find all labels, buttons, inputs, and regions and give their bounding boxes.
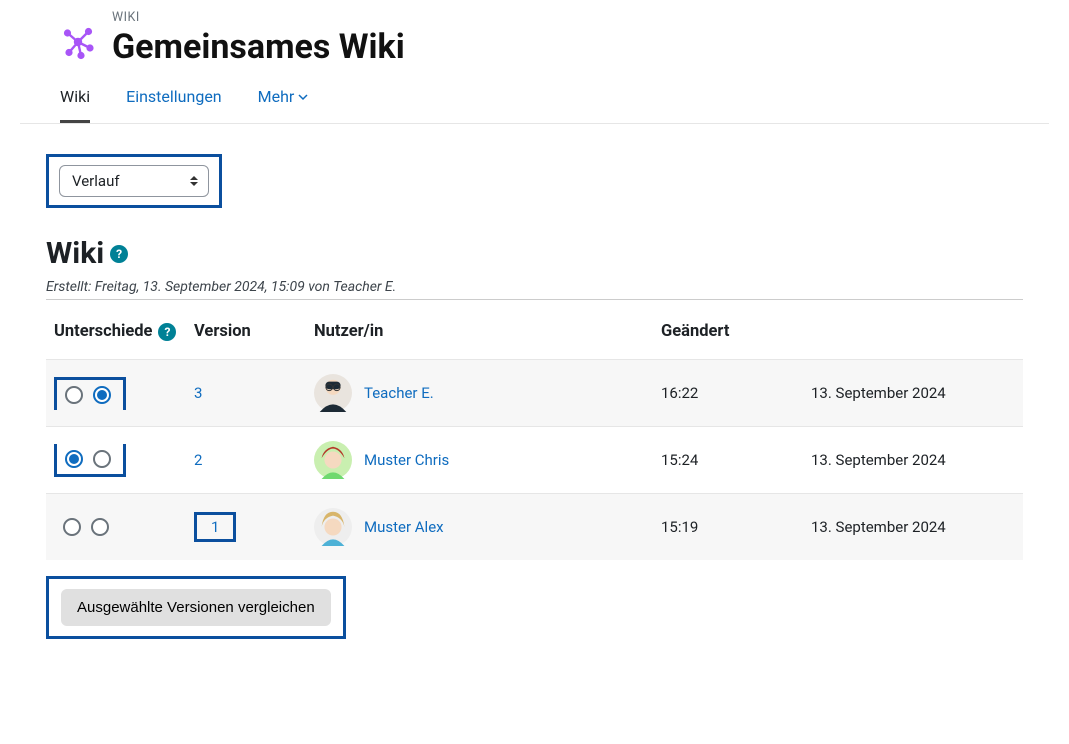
- version-highlight: 1: [194, 512, 236, 542]
- divider: [46, 299, 1023, 300]
- table-row: 2 Muster Chris 15:24 13. September 2024: [46, 427, 1023, 494]
- tab-bar: Wiki Einstellungen Mehr: [20, 67, 1049, 124]
- diff-radio-b[interactable]: [91, 518, 109, 536]
- help-icon[interactable]: ?: [110, 245, 128, 263]
- compare-versions-button[interactable]: Ausgewählte Versionen vergleichen: [61, 589, 331, 626]
- tab-wiki[interactable]: Wiki: [60, 87, 90, 123]
- col-version: Version: [186, 308, 306, 360]
- diff-radio-b[interactable]: [93, 386, 111, 404]
- tab-more[interactable]: Mehr: [258, 87, 309, 123]
- date-cell: 13. September 2024: [803, 360, 1023, 427]
- history-table: Unterschiede ? Version Nutzer/in Geänder…: [46, 308, 1023, 560]
- wiki-activity-icon: [60, 24, 96, 60]
- date-cell: 13. September 2024: [803, 427, 1023, 494]
- col-user: Nutzer/in: [306, 308, 653, 360]
- wiki-heading-text: Wiki: [46, 236, 104, 271]
- avatar: [314, 441, 352, 479]
- avatar: [314, 508, 352, 546]
- view-select-value: Verlauf: [72, 172, 120, 190]
- breadcrumb: WIKI: [112, 10, 405, 25]
- compare-highlight: Ausgewählte Versionen vergleichen: [46, 576, 346, 639]
- view-select[interactable]: Verlauf: [59, 165, 209, 197]
- chevron-down-icon: [298, 92, 308, 102]
- radio-highlight-bottom: [54, 444, 126, 477]
- user-link[interactable]: Muster Alex: [364, 518, 444, 536]
- page-header: WIKI Gemeinsames Wiki: [20, 0, 1049, 67]
- table-row: 3 Teacher E. 16:22 13. September 2024: [46, 360, 1023, 427]
- diff-radio-a[interactable]: [63, 518, 81, 536]
- user-link[interactable]: Teacher E.: [364, 384, 434, 402]
- time-cell: 16:22: [653, 360, 803, 427]
- table-row: 1 Muster Alex 15:19 13. September 2024: [46, 494, 1023, 561]
- time-cell: 15:19: [653, 494, 803, 561]
- view-select-highlight: Verlauf: [46, 154, 222, 208]
- col-diffs: Unterschiede: [54, 322, 152, 341]
- diff-radio-a[interactable]: [65, 386, 83, 404]
- page-title: Gemeinsames Wiki: [112, 27, 405, 67]
- tab-more-label: Mehr: [258, 87, 295, 106]
- time-cell: 15:24: [653, 427, 803, 494]
- user-link[interactable]: Muster Chris: [364, 451, 449, 469]
- help-icon[interactable]: ?: [158, 323, 176, 341]
- wiki-heading: Wiki ?: [46, 236, 1023, 271]
- created-line: Erstellt: Freitag, 13. September 2024, 1…: [46, 279, 1023, 295]
- diff-radio-a[interactable]: [65, 450, 83, 468]
- version-link[interactable]: 2: [194, 451, 202, 469]
- version-link[interactable]: 1: [211, 518, 219, 536]
- avatar: [314, 374, 352, 412]
- tab-settings[interactable]: Einstellungen: [126, 87, 222, 123]
- date-cell: 13. September 2024: [803, 494, 1023, 561]
- version-link[interactable]: 3: [194, 384, 202, 402]
- diff-radio-b[interactable]: [93, 450, 111, 468]
- radio-highlight-top: [54, 377, 126, 410]
- select-caret-icon: [190, 176, 198, 186]
- col-changed: Geändert: [653, 308, 1023, 360]
